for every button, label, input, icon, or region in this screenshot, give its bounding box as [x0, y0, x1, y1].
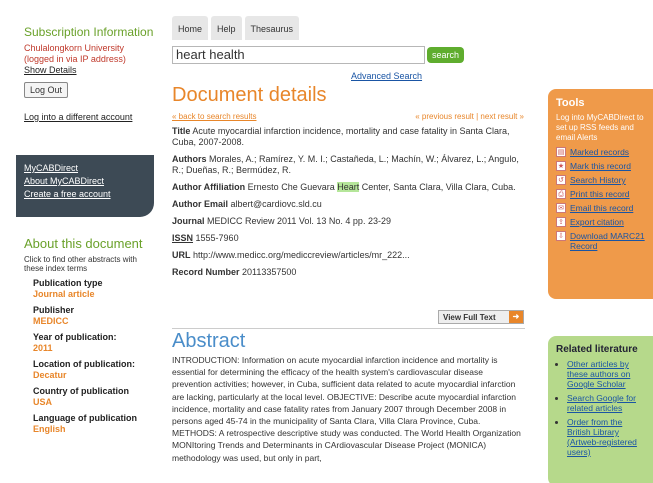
about-mycabdirect-link[interactable]: About MyCABDirect: [24, 175, 146, 188]
subscription-panel: Subscription Information Chulalongkorn U…: [24, 26, 154, 122]
mark-record-link[interactable]: Mark this record: [570, 161, 631, 171]
email-record-link[interactable]: Email this record: [570, 203, 633, 213]
login-note: (logged in via IP address): [24, 54, 126, 64]
field-value[interactable]: 2011: [33, 343, 156, 354]
marked-records-link[interactable]: Marked records: [570, 147, 629, 157]
print-record-link[interactable]: Print this record: [570, 189, 630, 199]
tools-title: Tools: [556, 97, 585, 109]
advanced-search-link[interactable]: Advanced Search: [351, 71, 422, 81]
export-citation-link[interactable]: Export citation: [570, 217, 624, 227]
back-to-results-link[interactable]: « back to search results: [172, 112, 256, 121]
field-value[interactable]: USA: [33, 397, 156, 408]
related-link-google[interactable]: Search Google for related articles: [567, 393, 636, 413]
abstract-heading: Abstract: [172, 330, 246, 352]
field-value[interactable]: Journal article: [33, 289, 156, 300]
about-intro: Click to find other abstracts with these…: [24, 255, 137, 273]
org-name: Chulalongkorn University: [24, 43, 125, 53]
record-title: Title Acute myocardial infarction incide…: [172, 126, 510, 147]
history-icon: ↺: [556, 175, 566, 185]
logout-button[interactable]: Log Out: [24, 82, 69, 98]
field-location: Location of publication: Decatur: [24, 359, 156, 381]
field-value[interactable]: Decatur: [33, 370, 156, 381]
tools-intro: Log into MyCABDirect to set up RSS feeds…: [556, 113, 644, 142]
record-email: Author Email albert@cardiovc.sld.cu: [172, 199, 322, 209]
abstract-text: INTRODUCTION: Information on acute myoca…: [172, 355, 521, 463]
record-affiliation: Author Affiliation Ernesto Che Guevara H…: [172, 182, 516, 192]
record-details: Title Acute myocardial infarction incide…: [172, 126, 528, 284]
record-url: URL http://www.medicc.org/mediccreview/a…: [172, 250, 410, 260]
account-box: MyCABDirect About MyCABDirect Create a f…: [16, 155, 154, 217]
related-title: Related literature: [556, 344, 638, 355]
star-icon: ★: [556, 161, 566, 171]
related-link-british-library[interactable]: Order from the British Library (Artweb-r…: [567, 417, 637, 457]
download-marc21-link[interactable]: Download MARC21 Record: [570, 231, 646, 251]
about-title: About this document: [24, 236, 143, 251]
arrow-right-icon: ➜: [509, 311, 523, 323]
related-link-scholar[interactable]: Other articles by these authors on Googl…: [567, 359, 630, 389]
field-language: Language of publication English: [24, 413, 156, 435]
show-details-link[interactable]: Show Details: [24, 65, 154, 76]
mycabdirect-link[interactable]: MyCABDirect: [24, 162, 146, 175]
search-history-link[interactable]: Search History: [570, 175, 626, 185]
search-input[interactable]: heart health: [172, 46, 425, 64]
field-country: Country of publication USA: [24, 386, 156, 408]
tab-thesaurus[interactable]: Thesaurus: [244, 16, 300, 40]
record-journal: Journal MEDICC Review 2011 Vol. 13 No. 4…: [172, 216, 391, 226]
field-publication-type: Publication type Journal article: [24, 278, 156, 300]
view-full-text-button[interactable]: View Full Text ➜: [438, 310, 524, 324]
field-year: Year of publication: 2011: [24, 332, 156, 354]
highlight-term: Heart: [337, 182, 360, 192]
field-value[interactable]: MEDICC: [33, 316, 156, 327]
field-publisher: Publisher MEDICC: [24, 305, 156, 327]
result-nav: « back to search results « previous resu…: [172, 112, 524, 121]
create-account-link[interactable]: Create a free account: [24, 188, 146, 201]
print-icon: ⎙: [556, 189, 566, 199]
tab-home[interactable]: Home: [172, 16, 209, 40]
download-icon: ⇩: [556, 231, 566, 241]
export-icon: ⇪: [556, 217, 566, 227]
email-icon: ✉: [556, 203, 566, 213]
related-literature-panel: Related literature Other articles by the…: [548, 336, 653, 483]
record-issn: ISSN 1555-7960: [172, 233, 239, 243]
record-number: Record Number 20113357500: [172, 267, 297, 277]
tools-panel: Tools Log into MyCABDirect to set up RSS…: [548, 89, 653, 299]
tab-help[interactable]: Help: [211, 16, 242, 40]
login-different-link[interactable]: Log into a different account: [24, 112, 154, 122]
search-button[interactable]: search: [427, 47, 465, 63]
about-document: About this document Click to find other …: [24, 236, 156, 435]
subscription-title: Subscription Information: [24, 25, 154, 39]
divider: [172, 328, 525, 329]
top-tabs: Home Help Thesaurus: [172, 16, 300, 40]
marked-icon: ▤: [556, 147, 566, 157]
page-title: Document details: [172, 84, 327, 106]
record-authors: Authors Morales, A.; Ramírez, Y. M. I.; …: [172, 154, 519, 175]
prev-next-links[interactable]: « previous result | next result »: [415, 112, 524, 121]
field-value[interactable]: English: [33, 424, 156, 435]
